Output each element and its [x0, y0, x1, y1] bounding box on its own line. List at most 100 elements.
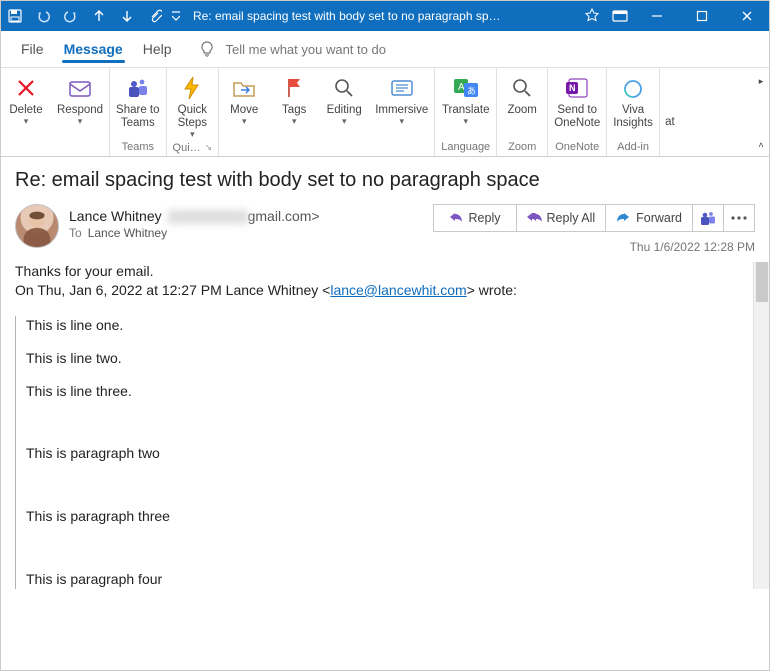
- overflow-text: at: [665, 116, 675, 129]
- quote-intro: On Thu, Jan 6, 2022 at 12:27 PM Lance Wh…: [15, 281, 751, 300]
- share-to-teams-button[interactable]: Share to Teams: [110, 72, 165, 138]
- translate-icon: Aあ: [452, 74, 480, 102]
- chevron-down-icon: ▾: [242, 117, 247, 126]
- group-language: Language: [435, 138, 496, 156]
- editing-button[interactable]: Editing ▾: [319, 72, 369, 138]
- quoted-block: This is line one. This is line two. This…: [15, 316, 751, 589]
- x-icon: [12, 74, 40, 102]
- qat-dropdown-icon[interactable]: [169, 1, 183, 31]
- chevron-down-icon: ▾: [292, 117, 297, 126]
- svg-text:A: A: [458, 82, 465, 93]
- ribbon: Delete ▾ Respond ▾ Share to Teams Teams: [1, 67, 769, 157]
- ribbon-scroll-right[interactable]: ▸: [754, 74, 768, 88]
- viva-insights-button[interactable]: Viva Insights: [607, 72, 659, 138]
- scrollbar-thumb[interactable]: [756, 262, 768, 302]
- zoom-button[interactable]: Zoom: [497, 72, 547, 138]
- respond-button[interactable]: Respond ▾: [51, 72, 109, 138]
- send-to-onenote-button[interactable]: N Send to OneNote: [548, 72, 606, 138]
- teams-chat-button[interactable]: [692, 204, 724, 232]
- window-title: Re: email spacing test with body set to …: [183, 9, 578, 23]
- overflow-cut[interactable]: at: [661, 72, 679, 138]
- to-recipient[interactable]: Lance Whitney: [88, 226, 167, 240]
- quote-line: This is paragraph four: [26, 570, 751, 589]
- lightbulb-icon: [198, 40, 216, 58]
- respond-icon: [66, 74, 94, 102]
- group-label-blank2: [219, 138, 434, 156]
- attach-icon[interactable]: [141, 1, 169, 31]
- quote-line: This is line three.: [26, 382, 751, 401]
- translate-button[interactable]: Aあ Translate ▾: [436, 72, 496, 138]
- onenote-icon: N: [563, 74, 591, 102]
- immersive-icon: [388, 74, 416, 102]
- svg-text:N: N: [569, 83, 576, 93]
- svg-text:あ: あ: [467, 86, 476, 96]
- tab-help[interactable]: Help: [133, 31, 182, 67]
- next-item-icon[interactable]: [113, 1, 141, 31]
- quick-steps-label: Quick Steps: [178, 104, 207, 130]
- reply-button[interactable]: Reply: [433, 204, 517, 232]
- tab-file[interactable]: File: [11, 31, 54, 67]
- save-icon[interactable]: [1, 1, 29, 31]
- forward-button[interactable]: Forward: [605, 204, 693, 232]
- quote-line: This is line two.: [26, 349, 751, 368]
- undo-icon[interactable]: [29, 1, 57, 31]
- ribbon-display-icon[interactable]: [606, 1, 634, 31]
- ribbon-collapse[interactable]: ˄: [754, 138, 768, 152]
- onenote-label: Send to OneNote: [554, 104, 600, 130]
- quick-steps-button[interactable]: Quick Steps ▾: [167, 72, 217, 139]
- more-actions-button[interactable]: [723, 204, 755, 232]
- group-onenote: OneNote: [548, 138, 606, 156]
- menu-row: File Message Help Tell me what you want …: [1, 31, 769, 67]
- forward-label: Forward: [636, 211, 682, 225]
- quote-line: This is paragraph three: [26, 507, 751, 526]
- from-email: gmail.com>: [168, 208, 320, 224]
- chevron-down-icon: ▾: [463, 117, 468, 126]
- delete-button[interactable]: Delete ▾: [1, 72, 51, 138]
- reply-all-icon: [527, 211, 541, 225]
- minimize-button[interactable]: [634, 1, 679, 31]
- tellme-input[interactable]: Tell me what you want to do: [226, 42, 386, 57]
- reply-icon: [449, 211, 463, 225]
- avatar[interactable]: [15, 204, 59, 248]
- from-name[interactable]: Lance Whitney: [69, 208, 162, 224]
- folder-move-icon: [230, 74, 258, 102]
- received-datetime: Thu 1/6/2022 12:28 PM: [630, 240, 755, 254]
- chevron-down-icon: ▾: [342, 117, 347, 126]
- group-addin: Add-in: [607, 138, 659, 156]
- lightning-icon: [178, 74, 206, 102]
- tags-button[interactable]: Tags ▾: [269, 72, 319, 138]
- tab-message[interactable]: Message: [54, 31, 133, 67]
- share-teams-label: Share to Teams: [116, 104, 159, 130]
- prev-item-icon[interactable]: [85, 1, 113, 31]
- close-button[interactable]: [724, 1, 769, 31]
- chevron-down-icon: ▾: [399, 117, 404, 126]
- group-quick[interactable]: Qui…: [167, 139, 219, 156]
- redacted: [168, 210, 248, 224]
- maximize-button[interactable]: [679, 1, 724, 31]
- viva-icon: [619, 74, 647, 102]
- email-body: Thanks for your email. On Thu, Jan 6, 20…: [15, 262, 755, 589]
- quoted-email-link[interactable]: lance@lancewhit.com: [330, 282, 466, 298]
- coming-soon-icon[interactable]: [578, 1, 606, 31]
- scrollbar[interactable]: [753, 262, 769, 589]
- quote-line: This is paragraph two: [26, 444, 751, 463]
- quote-line: This is line one.: [26, 316, 751, 335]
- viva-label: Viva Insights: [613, 104, 653, 130]
- teams-icon: [124, 74, 152, 102]
- titlebar: Re: email spacing test with body set to …: [1, 1, 769, 31]
- reply-label: Reply: [469, 211, 501, 225]
- forward-icon: [616, 211, 630, 225]
- move-button[interactable]: Move ▾: [219, 72, 269, 138]
- immersive-button[interactable]: Immersive ▾: [369, 72, 434, 138]
- group-label-blank: [1, 138, 109, 156]
- redo-icon[interactable]: [57, 1, 85, 31]
- group-zoom: Zoom: [497, 138, 547, 156]
- chevron-down-icon: ▾: [190, 130, 195, 139]
- to-label: To: [69, 226, 82, 240]
- search-icon: [330, 74, 358, 102]
- reading-pane: Re: email spacing test with body set to …: [1, 157, 769, 589]
- subject: Re: email spacing test with body set to …: [15, 169, 755, 192]
- reply-all-button[interactable]: Reply All: [516, 204, 607, 232]
- zoom-icon: [508, 74, 536, 102]
- flag-icon: [280, 74, 308, 102]
